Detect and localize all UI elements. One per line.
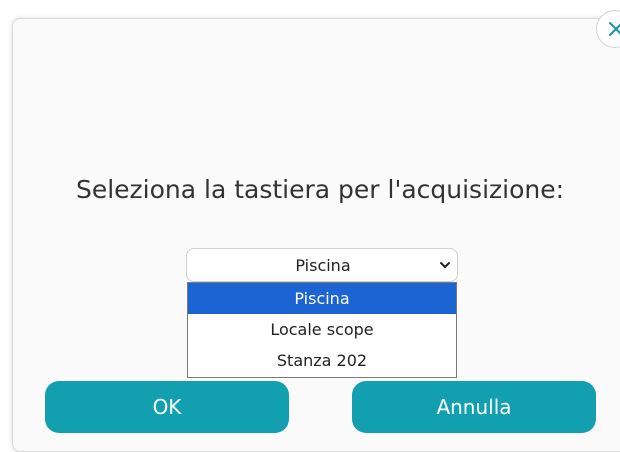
ok-button[interactable]: OK [45,381,289,433]
select-value: Piscina [295,256,351,275]
select-dropdown: Piscina Locale scope Stanza 202 [187,282,457,378]
dialog-title: Seleziona la tastiera per l'acquisizione… [75,175,565,204]
option-piscina[interactable]: Piscina [188,283,456,314]
option-locale-scope[interactable]: Locale scope [188,314,456,345]
close-icon [609,22,620,36]
option-stanza-202[interactable]: Stanza 202 [188,345,456,376]
keyboard-select[interactable]: Piscina [186,248,458,282]
chevron-down-icon [440,262,450,268]
cancel-button[interactable]: Annulla [352,381,596,433]
